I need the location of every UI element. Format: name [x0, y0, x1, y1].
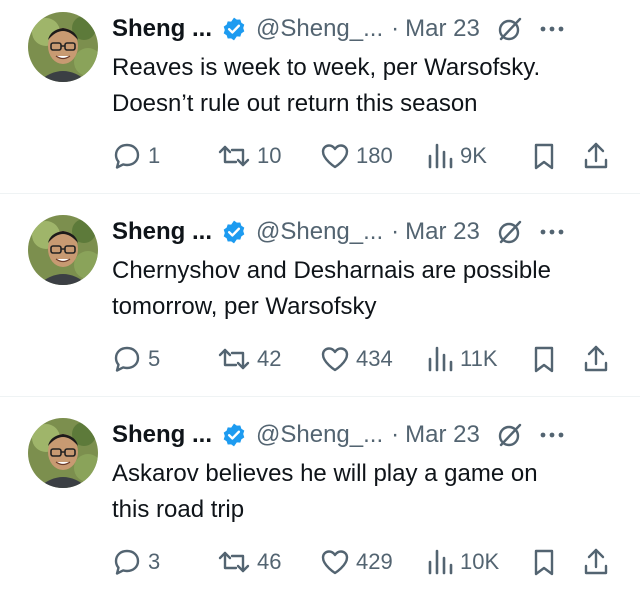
share-button[interactable]: [582, 341, 610, 377]
author-handle[interactable]: @Sheng_...: [256, 15, 383, 43]
tweet-text-line: Askarov believes he will play a game on: [112, 460, 538, 487]
tweet-text-line: Chernyshov and Desharnais are possible: [112, 257, 551, 284]
author-handle[interactable]: @Sheng_...: [256, 218, 383, 246]
reply-button[interactable]: 5: [112, 341, 160, 377]
views-bar-chart-icon: [426, 344, 454, 374]
author-name[interactable]: Sheng ...: [112, 218, 212, 246]
like-count: 429: [356, 549, 393, 574]
tweet[interactable]: Sheng ... @Sheng_... · Mar 23 Askarov be…: [0, 406, 640, 603]
avatar[interactable]: [28, 12, 98, 82]
reply-count: 5: [148, 346, 161, 371]
share-button[interactable]: [582, 544, 610, 580]
tweet-text: Askarov believes he will play a game on …: [112, 456, 622, 528]
author-handle[interactable]: @Sheng_...: [256, 421, 383, 449]
heart-icon: [320, 141, 350, 171]
tweet[interactable]: Sheng ... @Sheng_... · Mar 23 Reaves is …: [0, 0, 640, 197]
verified-badge-icon: [221, 422, 247, 448]
bookmark-icon: [530, 547, 558, 577]
avatar[interactable]: [28, 418, 98, 488]
separator-dot: ·: [391, 218, 400, 245]
tweet-text-line: Doesn’t rule out return this season: [112, 90, 478, 117]
tweet-text-line: tomorrow, per Warsofsky: [112, 293, 377, 320]
like-button[interactable]: 429: [320, 544, 393, 580]
bookmark-button[interactable]: [530, 544, 558, 580]
reply-count: 3: [148, 549, 161, 574]
repost-icon: [217, 344, 251, 374]
repost-count: 42: [257, 346, 282, 371]
repost-button[interactable]: 42: [217, 341, 281, 377]
views-bar-chart-icon: [426, 547, 454, 577]
reply-button[interactable]: 1: [112, 138, 160, 174]
heart-icon: [320, 547, 350, 577]
reply-icon: [112, 141, 142, 171]
reply-count: 1: [148, 143, 161, 168]
author-name[interactable]: Sheng ...: [112, 421, 212, 449]
share-icon: [582, 344, 610, 374]
slashed-circle-icon[interactable]: [496, 15, 524, 43]
tweet-date[interactable]: Mar 23: [405, 218, 480, 246]
divider: [0, 396, 640, 397]
views-bar-chart-icon: [426, 141, 454, 171]
more-dots-icon[interactable]: [538, 218, 566, 246]
verified-badge-icon: [221, 16, 247, 42]
bookmark-icon: [530, 344, 558, 374]
tweet-actions: 3 46 429 10K: [112, 544, 612, 580]
avatar[interactable]: [28, 215, 98, 285]
like-count: 180: [356, 143, 393, 168]
slashed-circle-icon[interactable]: [496, 218, 524, 246]
divider: [0, 193, 640, 194]
repost-icon: [217, 141, 251, 171]
tweet-actions: 5 42 434 11K: [112, 341, 612, 377]
bookmark-icon: [530, 141, 558, 171]
author-name[interactable]: Sheng ...: [112, 15, 212, 43]
bookmark-button[interactable]: [530, 138, 558, 174]
tweet-text-line: this road trip: [112, 496, 245, 523]
separator-dot: ·: [391, 15, 400, 42]
heart-icon: [320, 344, 350, 374]
share-button[interactable]: [582, 138, 610, 174]
views-count: 9K: [460, 143, 487, 168]
like-button[interactable]: 180: [320, 138, 393, 174]
repost-icon: [217, 547, 251, 577]
bookmark-button[interactable]: [530, 341, 558, 377]
tweet-text: Chernyshov and Desharnais are possible t…: [112, 253, 622, 325]
repost-count: 10: [257, 143, 282, 168]
tweet-text: Reaves is week to week, per Warsofsky. D…: [112, 50, 622, 122]
tweet-text-line: Reaves is week to week, per Warsofsky.: [112, 54, 541, 81]
tweet-date[interactable]: Mar 23: [405, 421, 480, 449]
views-count: 10K: [460, 549, 500, 574]
slashed-circle-icon[interactable]: [496, 421, 524, 449]
tweet-date[interactable]: Mar 23: [405, 15, 480, 43]
tweet[interactable]: Sheng ... @Sheng_... · Mar 23 Chernyshov…: [0, 203, 640, 400]
views-button[interactable]: 10K: [426, 544, 499, 580]
verified-badge-icon: [221, 219, 247, 245]
tweet-actions: 1 10 180 9K: [112, 138, 612, 174]
reply-button[interactable]: 3: [112, 544, 160, 580]
reply-icon: [112, 547, 142, 577]
share-icon: [582, 141, 610, 171]
tweet-header: Sheng ... @Sheng_... · Mar 23: [112, 12, 612, 46]
separator-dot: ·: [391, 421, 400, 448]
repost-button[interactable]: 10: [217, 138, 281, 174]
views-count: 11K: [460, 346, 498, 371]
share-icon: [582, 547, 610, 577]
repost-count: 46: [257, 549, 282, 574]
more-dots-icon[interactable]: [538, 15, 566, 43]
like-count: 434: [356, 346, 393, 371]
tweet-header: Sheng ... @Sheng_... · Mar 23: [112, 418, 612, 452]
more-dots-icon[interactable]: [538, 421, 566, 449]
repost-button[interactable]: 46: [217, 544, 281, 580]
reply-icon: [112, 344, 142, 374]
like-button[interactable]: 434: [320, 341, 393, 377]
tweet-header: Sheng ... @Sheng_... · Mar 23: [112, 215, 612, 249]
tweet-feed: Sheng ... @Sheng_... · Mar 23 Reaves is …: [0, 0, 640, 592]
views-button[interactable]: 9K: [426, 138, 487, 174]
views-button[interactable]: 11K: [426, 341, 498, 377]
